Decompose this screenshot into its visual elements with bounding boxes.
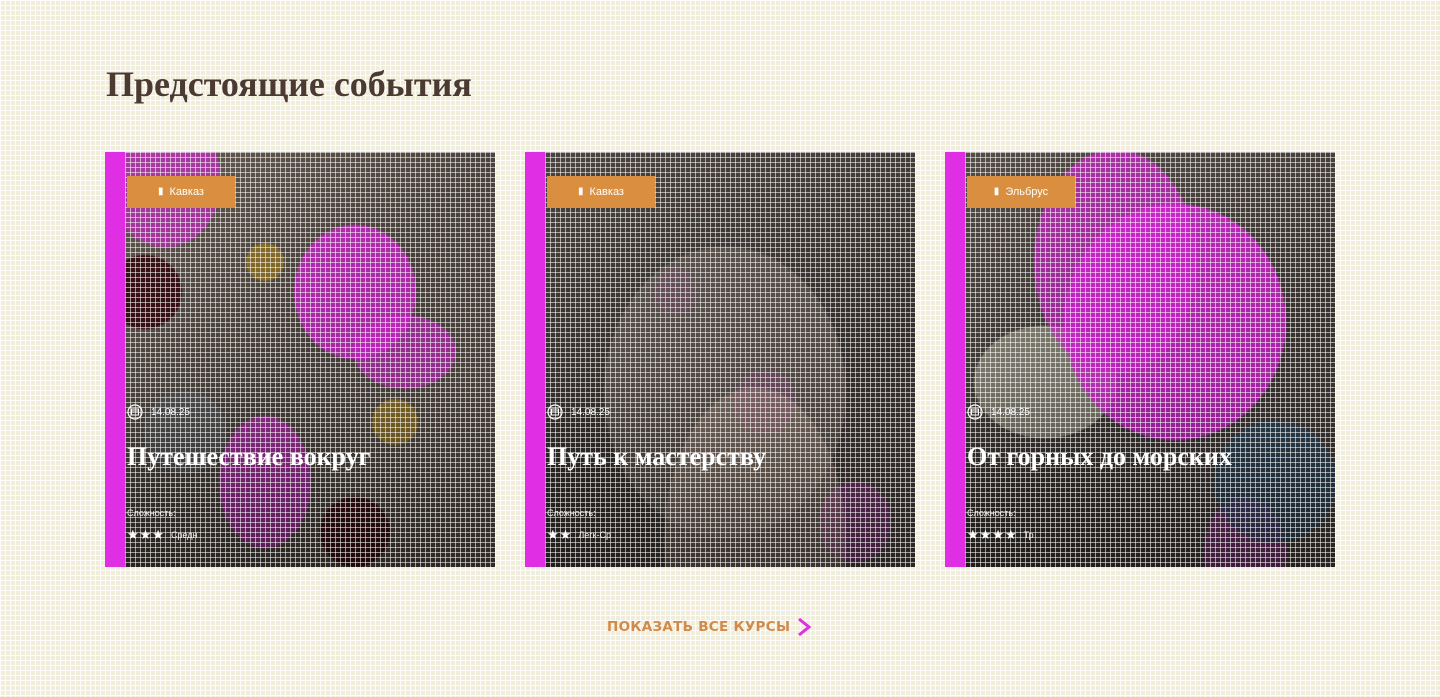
difficulty-label: Сложность: [127,508,176,518]
page-title: Предстоящие события [106,64,472,104]
accent-stripe [525,152,545,567]
chevron-right-icon [798,617,812,637]
category-badge: ▮ Кавказ [547,176,655,208]
event-title[interactable]: Путешествие вокруг [127,442,477,472]
event-title[interactable]: От горных до морских [967,442,1317,472]
date-text: 14.08.25 [151,406,190,418]
calendar-icon [967,404,983,420]
category-label: Кавказ [589,186,624,198]
star-icon: ★★ [547,527,573,542]
calendar-icon [127,404,143,420]
category-label: Кавказ [169,186,204,198]
event-date: 14.08.25 [967,404,1030,420]
event-date: 14.08.25 [127,404,190,420]
category-badge: ▮ Кавказ [127,176,235,208]
show-all-courses-label: ПОКАЗАТЬ ВСЕ КУРСЫ [607,619,791,635]
category-badge: ▮ Эльбрус [967,176,1075,208]
star-icon: ★★★ [127,527,165,542]
calendar-icon [547,404,563,420]
location-pin-icon: ▮ [158,186,164,197]
date-text: 14.08.25 [991,406,1030,418]
event-title[interactable]: Путь к мастерству [547,442,897,472]
location-pin-icon: ▮ [993,186,1000,197]
difficulty-rating: ★★★ Средн [127,528,198,541]
accent-stripe [945,152,965,567]
difficulty-rating: ★★ Легк-Ср [547,528,611,541]
event-card[interactable]: ▮ Кавказ 14.08.25 Путь к мастерству Слож… [525,152,915,567]
event-date: 14.08.25 [547,404,610,420]
show-all-courses-link[interactable]: ПОКАЗАТЬ ВСЕ КУРСЫ [607,616,812,638]
date-text: 14.08.25 [571,406,610,418]
events-grid: ▮ Кавказ 14.08.25 Путешествие вокруг Сло… [105,152,1335,567]
location-pin-icon: ▮ [578,186,584,197]
difficulty-level: Тр [1023,529,1034,540]
star-icon: ★★★★ [967,527,1018,542]
difficulty-level: Легк-Ср [578,529,611,540]
event-card[interactable]: ▮ Эльбрус 14.08.25 От горных до морских … [945,152,1335,567]
difficulty-level: Средн [170,529,198,540]
category-label: Эльбрус [1005,186,1049,198]
difficulty-label: Сложность: [547,508,596,518]
accent-stripe [105,152,125,567]
difficulty-label: Сложность: [967,508,1016,518]
difficulty-rating: ★★★★ Тр [967,528,1034,541]
event-card[interactable]: ▮ Кавказ 14.08.25 Путешествие вокруг Сло… [105,152,495,567]
